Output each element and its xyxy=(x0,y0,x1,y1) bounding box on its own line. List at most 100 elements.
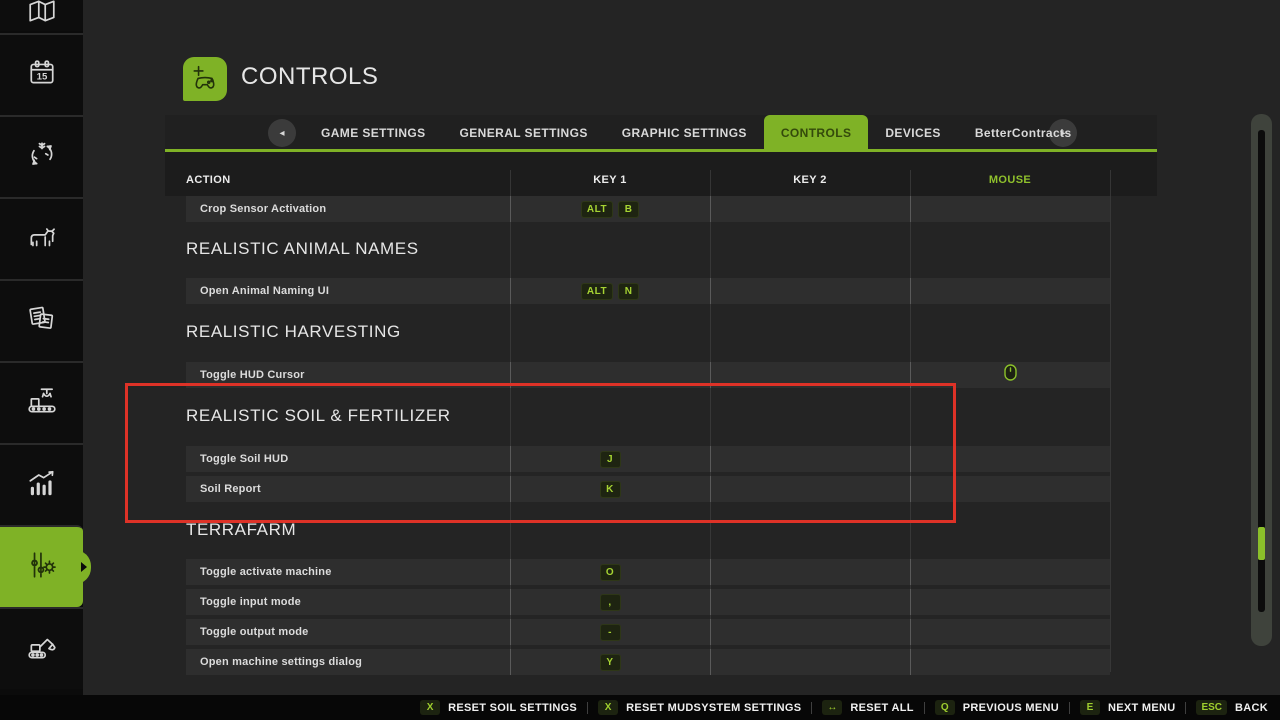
action-label: Crop Sensor Activation xyxy=(200,196,326,222)
hotkey-badge: E xyxy=(1080,700,1100,715)
action-label: Open Animal Naming UI xyxy=(200,278,329,304)
production-icon xyxy=(26,385,58,422)
action-label: Open machine settings dialog xyxy=(200,649,362,675)
table-row[interactable]: Toggle input mode, xyxy=(186,589,1110,615)
footer-action-reset-soil-settings[interactable]: X RESET SOIL SETTINGS xyxy=(420,700,577,715)
key-badge: B xyxy=(618,201,639,218)
sidebar: 15 xyxy=(0,0,83,695)
hotkey-label: RESET MUDSYSTEM SETTINGS xyxy=(626,702,801,714)
key-badge: - xyxy=(600,624,621,641)
tab-devices[interactable]: DEVICES xyxy=(868,115,957,152)
tab-bettercontracts[interactable]: BetterContracts xyxy=(958,115,1089,152)
map-icon xyxy=(27,0,57,31)
sidebar-item-statistics[interactable] xyxy=(0,443,83,525)
sidebar-item-production[interactable] xyxy=(0,361,83,443)
hotkey-label: RESET SOIL SETTINGS xyxy=(448,702,577,714)
column-divider xyxy=(1110,170,1111,672)
action-label: Toggle input mode xyxy=(200,589,301,615)
column-header-key2: KEY 2 xyxy=(710,174,910,186)
animals-icon xyxy=(26,222,58,257)
construction-icon xyxy=(26,631,58,668)
calendar-icon: 15 xyxy=(27,58,57,93)
tab-general-settings[interactable]: GENERAL SETTINGS xyxy=(443,115,605,152)
controls-settings-screen: 15 CONTROLS ◂ ▸ GAME SETTINGSGENERAL SET… xyxy=(0,0,1280,720)
column-header-key1: KEY 1 xyxy=(510,174,710,186)
key2-cell xyxy=(710,559,910,585)
footer-divider xyxy=(587,702,588,714)
footer-action-previous-menu[interactable]: Q PREVIOUS MENU xyxy=(935,700,1059,715)
mouse-cell xyxy=(910,278,1110,304)
sidebar-item-construction[interactable] xyxy=(0,607,83,689)
footer-action-reset-all[interactable]: ↔ RESET ALL xyxy=(822,700,913,715)
footer-action-next-menu[interactable]: E NEXT MENU xyxy=(1080,700,1175,715)
tab-game-settings[interactable]: GAME SETTINGS xyxy=(304,115,443,152)
tabs-prev-button[interactable]: ◂ xyxy=(268,119,296,147)
hotkey-label: NEXT MENU xyxy=(1108,702,1175,714)
section-heading: REALISTIC HARVESTING xyxy=(186,322,401,342)
key1-cell: Y xyxy=(510,649,710,675)
footer-divider xyxy=(924,702,925,714)
hotkey-badge: X xyxy=(420,700,440,715)
key-badge: Y xyxy=(600,654,621,671)
hotkey-badge: Q xyxy=(935,700,955,715)
page-title: CONTROLS xyxy=(241,63,378,91)
hotkey-label: BACK xyxy=(1235,702,1268,714)
sidebar-item-settings[interactable] xyxy=(0,525,83,607)
column-header-action: ACTION xyxy=(186,174,231,186)
key1-cell: , xyxy=(510,589,710,615)
key1-cell: ALT N xyxy=(510,278,710,304)
key-badge: O xyxy=(600,564,621,581)
sidebar-item-map[interactable] xyxy=(0,0,83,31)
key1-cell: ALT B xyxy=(510,196,710,222)
key2-cell xyxy=(710,649,910,675)
tab-bar: GAME SETTINGSGENERAL SETTINGSGRAPHIC SET… xyxy=(304,115,1089,152)
column-header-mouse: MOUSE xyxy=(910,174,1110,186)
sidebar-item-animals[interactable] xyxy=(0,197,83,279)
key-badge: N xyxy=(618,283,639,300)
table-row[interactable]: Toggle activate machine O xyxy=(186,559,1110,585)
mouse-cell xyxy=(910,559,1110,585)
footer-action-back[interactable]: ESC BACK xyxy=(1196,700,1268,715)
controls-gamepad-icon xyxy=(183,57,227,101)
section-heading: TERRAFARM xyxy=(186,520,296,540)
key2-cell xyxy=(710,589,910,615)
footer-hotkey-bar: X RESET SOIL SETTINGS X RESET MUDSYSTEM SET… xyxy=(0,695,1280,720)
sidebar-item-contracts[interactable] xyxy=(0,279,83,361)
statistics-icon xyxy=(26,467,58,504)
footer-action-reset-mudsystem-settings[interactable]: X RESET MUDSYSTEM SETTINGS xyxy=(598,700,801,715)
sidebar-item-calendar[interactable]: 15 xyxy=(0,33,83,115)
key-badge: ALT xyxy=(581,201,613,218)
contracts-icon xyxy=(27,304,57,339)
mouse-cell xyxy=(910,619,1110,645)
table-row[interactable]: Open machine settings dialog Y xyxy=(186,649,1110,675)
mouse-cell xyxy=(910,649,1110,675)
tab-graphic-settings[interactable]: GRAPHIC SETTINGS xyxy=(605,115,764,152)
footer-divider xyxy=(1185,702,1186,714)
tab-controls[interactable]: CONTROLS xyxy=(764,115,869,152)
highlight-rectangle xyxy=(125,383,956,523)
action-label: Toggle activate machine xyxy=(200,559,332,585)
section-heading: REALISTIC ANIMAL NAMES xyxy=(186,239,419,259)
table-row[interactable]: Crop Sensor Activation ALT B xyxy=(186,196,1110,222)
hotkey-badge: ↔ xyxy=(822,700,842,715)
hotkey-label: RESET ALL xyxy=(850,702,913,714)
key2-cell xyxy=(710,619,910,645)
active-item-arrow-notch xyxy=(73,550,91,584)
key1-cell: O xyxy=(510,559,710,585)
sidebar-item-crop-rotation[interactable] xyxy=(0,115,83,197)
key-badge: ALT xyxy=(581,283,613,300)
mouse-cell xyxy=(910,589,1110,615)
table-row[interactable]: Toggle output mode - xyxy=(186,619,1110,645)
key1-cell: - xyxy=(510,619,710,645)
table-row[interactable]: Open Animal Naming UI ALT N xyxy=(186,278,1110,304)
footer-divider xyxy=(1069,702,1070,714)
key2-cell xyxy=(710,278,910,304)
svg-text:15: 15 xyxy=(36,71,47,82)
key2-cell xyxy=(710,196,910,222)
scrollbar-thumb[interactable] xyxy=(1258,527,1265,560)
hotkey-badge: ESC xyxy=(1196,700,1227,715)
action-label: Toggle output mode xyxy=(200,619,309,645)
settings-icon xyxy=(26,549,58,586)
hotkey-label: PREVIOUS MENU xyxy=(963,702,1059,714)
hotkey-badge: X xyxy=(598,700,618,715)
